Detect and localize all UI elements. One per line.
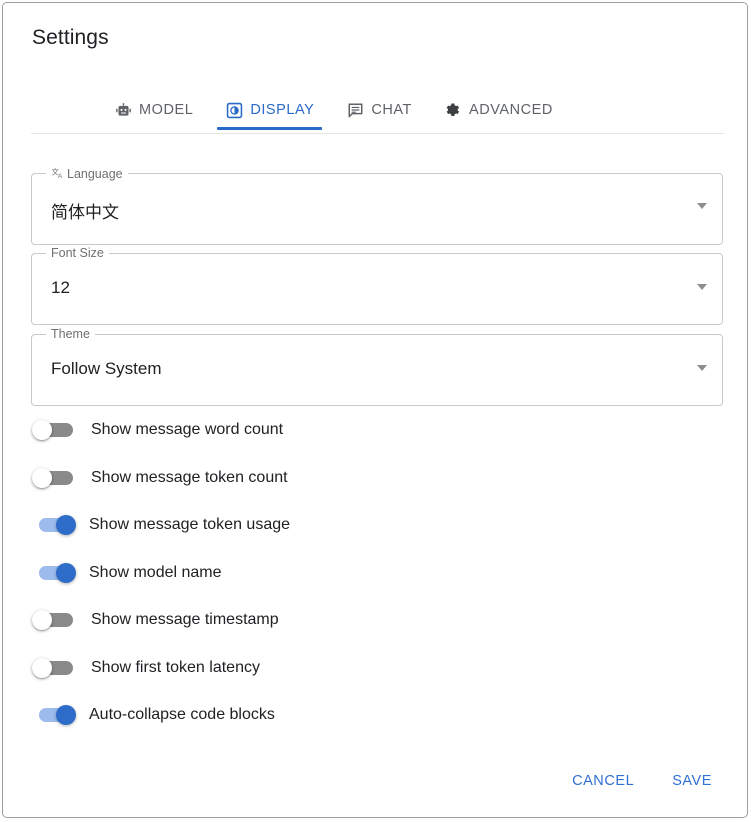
- theme-select[interactable]: Theme Follow System: [31, 334, 723, 406]
- translate-icon: 文 A: [51, 166, 66, 181]
- tab-chat-label: CHAT: [371, 102, 412, 118]
- dialog-footer: CANCEL SAVE: [560, 765, 724, 797]
- toggle-row-show-model-name[interactable]: Show model name: [27, 554, 222, 592]
- svg-text:A: A: [58, 172, 63, 179]
- chevron-down-icon[interactable]: [697, 203, 707, 209]
- theme-legend: Theme: [46, 327, 95, 341]
- toggle-knob: [56, 563, 76, 583]
- contrast-icon: [225, 101, 243, 119]
- toggle-knob: [32, 468, 52, 488]
- chevron-down-icon[interactable]: [697, 284, 707, 290]
- toggle-row-show-message-timestamp[interactable]: Show message timestamp: [27, 601, 279, 639]
- tab-display-label: DISPLAY: [250, 102, 314, 118]
- toggle-show-message-timestamp[interactable]: [27, 601, 85, 639]
- language-select[interactable]: 文 A Language 简体中文: [31, 173, 723, 245]
- toggle-show-message-token-count[interactable]: [27, 459, 85, 497]
- theme-value: Follow System: [51, 359, 162, 379]
- toggle-row-show-first-token-latency[interactable]: Show first token latency: [27, 649, 260, 687]
- tab-bar: MODEL DISPLAY: [31, 89, 724, 134]
- toggle-row-show-message-token-count[interactable]: Show message token count: [27, 459, 288, 497]
- language-label: Language: [67, 167, 123, 181]
- toggle-knob: [56, 705, 76, 725]
- toggle-row-show-message-word-count[interactable]: Show message word count: [27, 411, 283, 449]
- language-value: 简体中文: [51, 198, 119, 223]
- chat-bubble-icon: [346, 101, 364, 119]
- toggle-knob: [32, 658, 52, 678]
- tab-display[interactable]: DISPLAY: [209, 89, 330, 130]
- theme-label: Theme: [51, 327, 90, 341]
- tab-model[interactable]: MODEL: [98, 89, 209, 130]
- toggle-label: Show message word count: [91, 421, 283, 439]
- toggle-show-first-token-latency[interactable]: [27, 649, 85, 687]
- font-size-legend: Font Size: [46, 246, 109, 260]
- tab-model-label: MODEL: [139, 102, 193, 118]
- tab-bar-divider: [31, 133, 724, 134]
- toggle-label: Show first token latency: [91, 659, 260, 677]
- toggle-label: Show message timestamp: [91, 611, 279, 629]
- font-size-select[interactable]: Font Size 12: [31, 253, 723, 325]
- toggle-knob: [32, 610, 52, 630]
- toggle-label: Show model name: [89, 564, 222, 582]
- toggle-show-message-token-usage[interactable]: [27, 506, 85, 544]
- tab-advanced-label: ADVANCED: [469, 102, 553, 118]
- settings-dialog: Settings MODEL: [2, 2, 748, 818]
- tab-advanced[interactable]: ADVANCED: [428, 89, 569, 130]
- page-title: Settings: [32, 26, 109, 50]
- active-tab-indicator: [217, 127, 322, 130]
- tab-chat[interactable]: CHAT: [330, 89, 428, 130]
- toggle-label: Show message token usage: [89, 516, 290, 534]
- language-legend: 文 A Language: [46, 166, 128, 181]
- cancel-button[interactable]: CANCEL: [560, 765, 646, 797]
- toggle-show-message-word-count[interactable]: [27, 411, 85, 449]
- save-button[interactable]: SAVE: [660, 765, 724, 797]
- robot-icon: [114, 101, 132, 119]
- chevron-down-icon[interactable]: [697, 365, 707, 371]
- font-size-label: Font Size: [51, 246, 104, 260]
- toggle-row-show-message-token-usage[interactable]: Show message token usage: [27, 506, 290, 544]
- toggle-label: Show message token count: [91, 469, 288, 487]
- toggle-label: Auto-collapse code blocks: [89, 706, 275, 724]
- gear-icon: [444, 101, 462, 119]
- toggle-knob: [32, 420, 52, 440]
- toggle-row-auto-collapse-code-blocks[interactable]: Auto-collapse code blocks: [27, 696, 275, 734]
- font-size-value: 12: [51, 278, 70, 298]
- toggle-auto-collapse-code-blocks[interactable]: [27, 696, 85, 734]
- toggle-show-model-name[interactable]: [27, 554, 85, 592]
- toggle-knob: [56, 515, 76, 535]
